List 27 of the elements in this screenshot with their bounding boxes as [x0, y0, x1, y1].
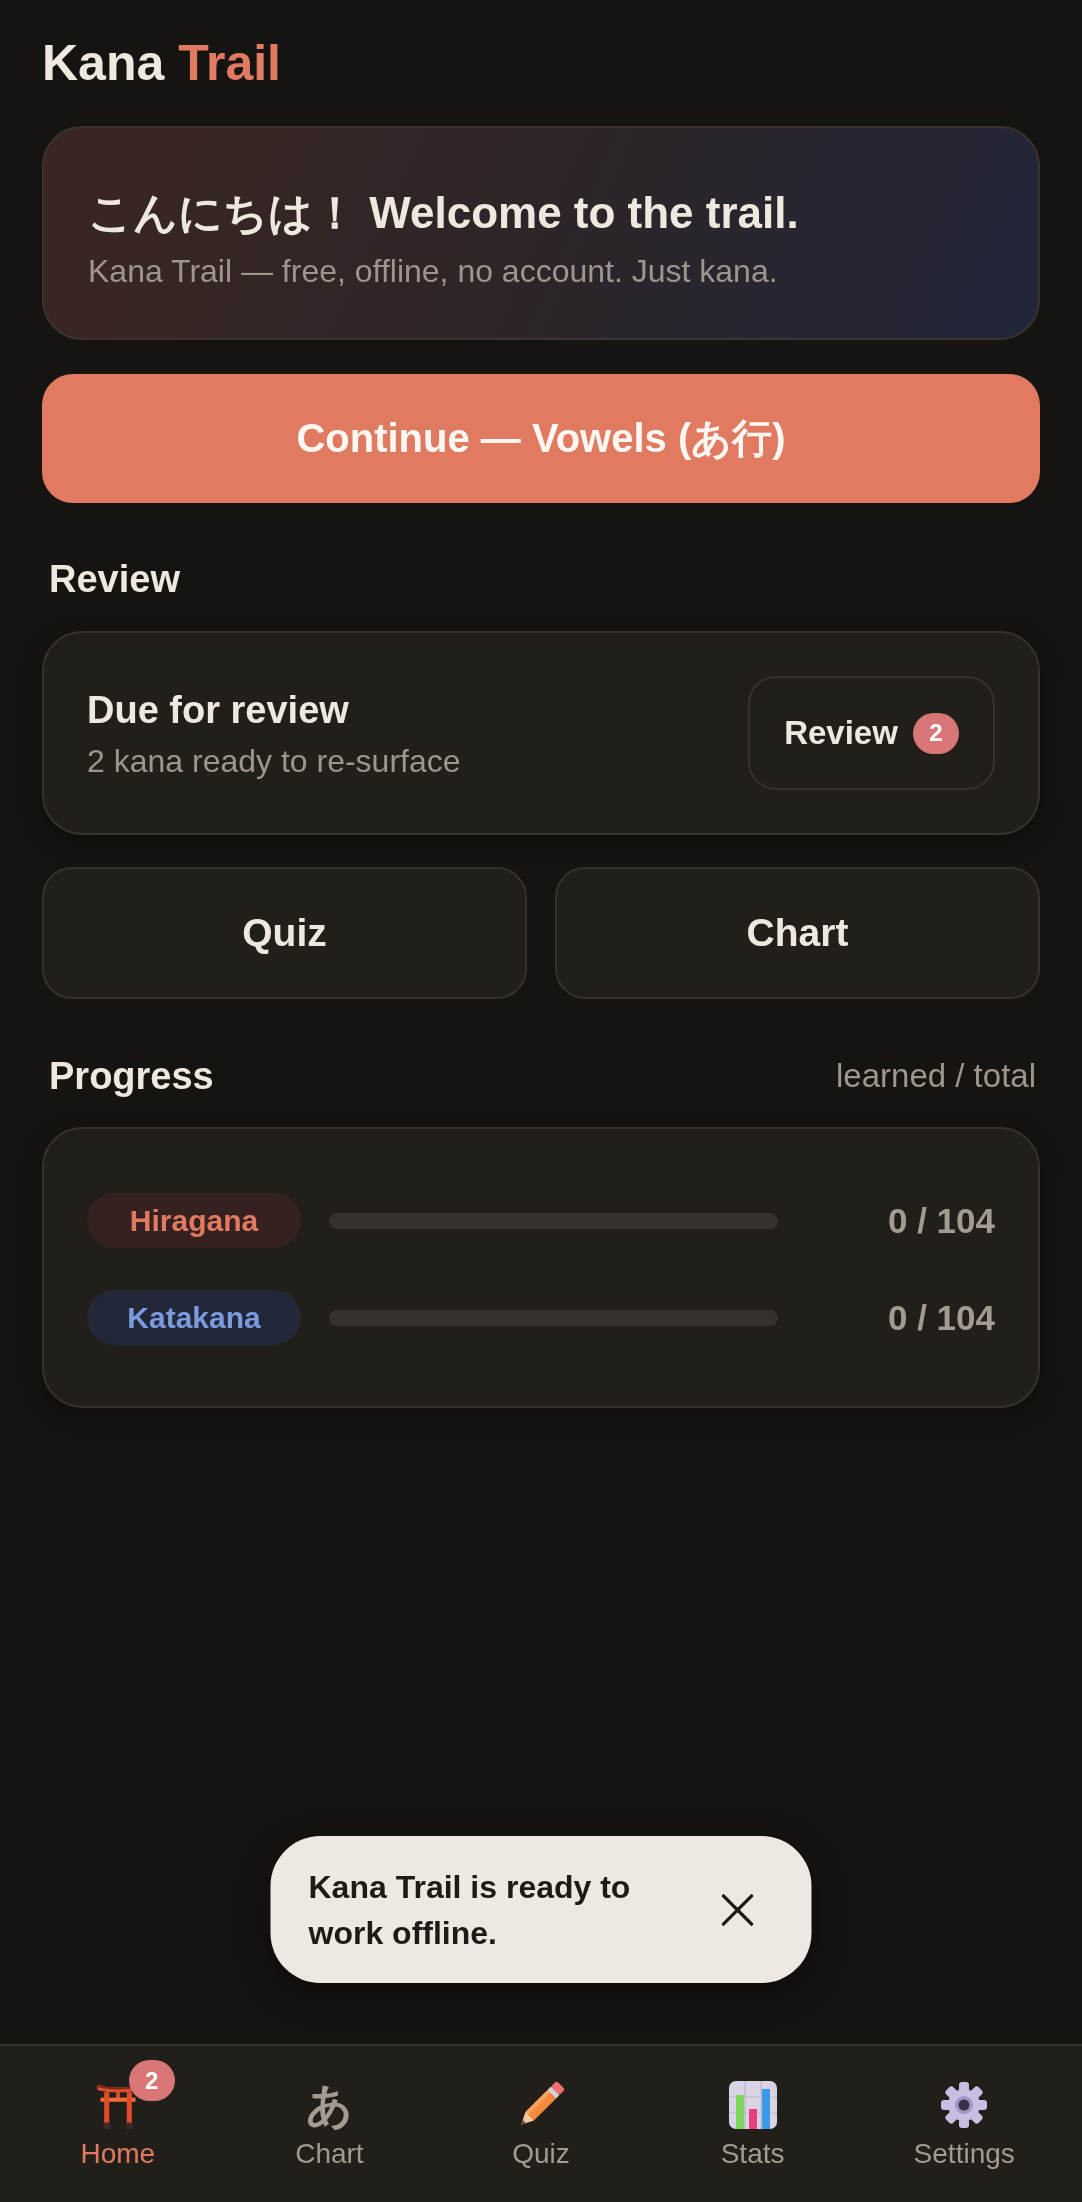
gear-icon — [940, 2081, 989, 2129]
count-badge: 2 — [128, 2060, 175, 2101]
nav-tab[interactable]: Settings — [858, 2046, 1070, 2202]
kana-glyph-icon: あ — [305, 2081, 353, 2129]
shortcut-button[interactable]: Quiz — [42, 867, 527, 999]
review-button[interactable]: Review 2 — [748, 676, 995, 790]
count-badge: 2 — [912, 712, 959, 754]
close-icon — [721, 1893, 754, 1926]
section-heading: Review — [48, 557, 181, 602]
progress-count: 0 / 104 — [886, 1297, 995, 1338]
section-heading: Progress — [48, 1054, 214, 1099]
nav-tab[interactable]: Stats — [646, 2046, 859, 2202]
nav-tab[interactable]: Home 2 — [12, 2046, 224, 2202]
review-card-title: Due for review — [87, 687, 350, 733]
welcome-subtitle: Kana Trail — free, offline, no account. Just kana. — [88, 252, 779, 290]
nav-tab[interactable]: Quiz — [435, 2046, 647, 2202]
bar-chart-icon — [728, 2081, 777, 2129]
nav-tab[interactable]: あ Chart — [223, 2046, 436, 2202]
app-title: Kana Trail — [42, 34, 282, 93]
review-card-subtitle: 2 kana ready to re-surface — [87, 741, 461, 780]
script-tag: Hiragana — [87, 1193, 301, 1248]
progress-legend: learned / total — [836, 1053, 1040, 1099]
welcome-heading: こんにちは！ Welcome to the trail. — [88, 187, 800, 239]
shortcut-button[interactable]: Chart — [555, 867, 1040, 999]
toast-message: Kana Trail is ready to work offline. — [308, 1867, 632, 1953]
progress-count: 0 / 104 — [886, 1200, 995, 1241]
script-tag: Katakana — [87, 1290, 301, 1345]
